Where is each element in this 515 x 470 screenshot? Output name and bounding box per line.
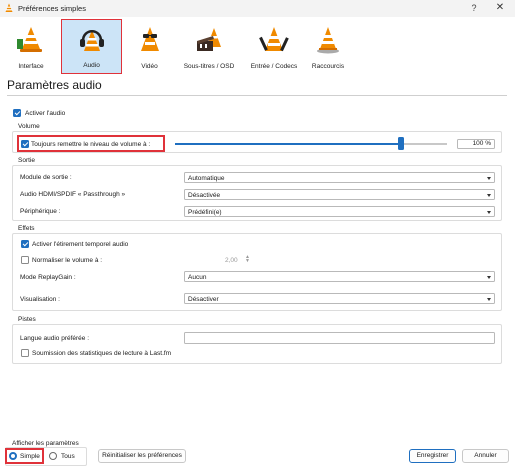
device-label: Périphérique :: [20, 208, 61, 215]
chevron-down-icon: [487, 193, 491, 197]
tab-video[interactable]: Vidéo: [127, 20, 172, 74]
cone-icon: [17, 27, 42, 52]
tab-label: Audio: [83, 62, 100, 69]
replaygain-label: Mode ReplayGain :: [20, 274, 76, 281]
spin-arrows-icon[interactable]: ▲ ▼: [245, 255, 250, 264]
visualization-select[interactable]: Désactiver: [184, 293, 495, 304]
cone-glasses-icon: [140, 27, 159, 51]
select-value: Prédéfini(e): [188, 208, 222, 216]
replaygain-select[interactable]: Aucun: [184, 271, 495, 282]
save-button[interactable]: Enregistrer: [409, 449, 456, 463]
tab-label: Sous-titres / OSD: [183, 63, 235, 70]
select-value: Automatique: [188, 174, 225, 182]
chevron-down-icon: [487, 297, 491, 301]
effects-group-title: Effets: [18, 225, 35, 232]
close-button[interactable]: ✕: [490, 1, 510, 15]
divider: [7, 95, 507, 96]
tracks-group: [12, 324, 502, 364]
page-title: Paramètres audio: [7, 78, 102, 92]
cone-stack-icon: [317, 27, 339, 54]
hdmi-passthrough-select[interactable]: Désactivée: [184, 189, 495, 200]
timestretch-label: Activer l'étirement temporel audio: [32, 241, 129, 248]
all-radio-label: Tous: [61, 453, 75, 460]
preferred-language-input[interactable]: [184, 332, 495, 344]
reset-preferences-button[interactable]: Réinitialiser les préférences: [98, 449, 186, 463]
output-group-title: Sortie: [18, 157, 35, 164]
highlight-box: [17, 135, 165, 152]
all-radio[interactable]: [49, 452, 57, 460]
preferred-language-label: Langue audio préférée :: [20, 335, 90, 342]
volume-slider-fill: [175, 143, 401, 145]
title-bar: Préférences simples ? ✕: [0, 0, 515, 17]
enable-audio-checkbox[interactable]: [13, 109, 21, 117]
normalize-volume-value[interactable]: 2,00: [225, 257, 238, 264]
lastfm-checkbox[interactable]: [21, 349, 29, 357]
timestretch-checkbox[interactable]: [21, 240, 29, 248]
tab-audio[interactable]: Audio: [61, 19, 122, 74]
cancel-button[interactable]: Annuler: [462, 449, 509, 463]
chevron-down-icon: [487, 210, 491, 214]
chevron-down-icon: [487, 275, 491, 279]
volume-slider-thumb[interactable]: [397, 137, 404, 150]
tab-label: Raccourcis: [311, 63, 345, 70]
visualization-label: Visualisation :: [20, 296, 60, 303]
enable-audio-label: Activer l'audio: [25, 110, 66, 117]
tab-shortcuts[interactable]: Raccourcis: [306, 20, 350, 74]
show-settings-label: Afficher les paramètres: [12, 440, 79, 447]
help-button[interactable]: ?: [464, 1, 484, 15]
output-module-label: Module de sortie :: [20, 174, 72, 181]
tab-label: Entrée / Codecs: [250, 63, 298, 70]
tab-label: Interface: [18, 63, 44, 70]
volume-group-title: Volume: [18, 123, 40, 130]
category-toolbar: Interface Audio Vidéo Sous-titres / OSD …: [0, 17, 515, 75]
cone-tools-icon: [259, 27, 289, 52]
lastfm-label: Soumission des statistiques de lecture à…: [32, 350, 172, 357]
hdmi-passthrough-label: Audio HDMI/SPDIF « Passthrough »: [20, 191, 126, 198]
volume-percent-field[interactable]: 100 %: [457, 139, 495, 149]
normalize-volume-checkbox[interactable]: [21, 256, 29, 264]
tab-subtitles-osd[interactable]: Sous-titres / OSD: [177, 20, 241, 74]
clapper-cone-icon: [197, 28, 221, 51]
output-module-select[interactable]: Automatique: [184, 172, 495, 183]
headphones-cone-icon: [79, 30, 104, 51]
tab-interface[interactable]: Interface: [6, 20, 56, 74]
select-value: Aucun: [188, 273, 207, 281]
window-title: Préférences simples: [18, 4, 86, 13]
normalize-volume-label: Normaliser le volume à :: [32, 257, 103, 264]
chevron-down-icon: [487, 176, 491, 180]
device-select[interactable]: Prédéfini(e): [184, 206, 495, 217]
select-value: Désactivée: [188, 191, 221, 199]
select-value: Désactiver: [188, 295, 219, 303]
vlc-cone-icon: [5, 3, 13, 12]
tab-input-codecs[interactable]: Entrée / Codecs: [244, 20, 304, 74]
tracks-group-title: Pistes: [18, 316, 36, 323]
highlight-box: [5, 448, 44, 464]
tab-label: Vidéo: [141, 63, 158, 70]
